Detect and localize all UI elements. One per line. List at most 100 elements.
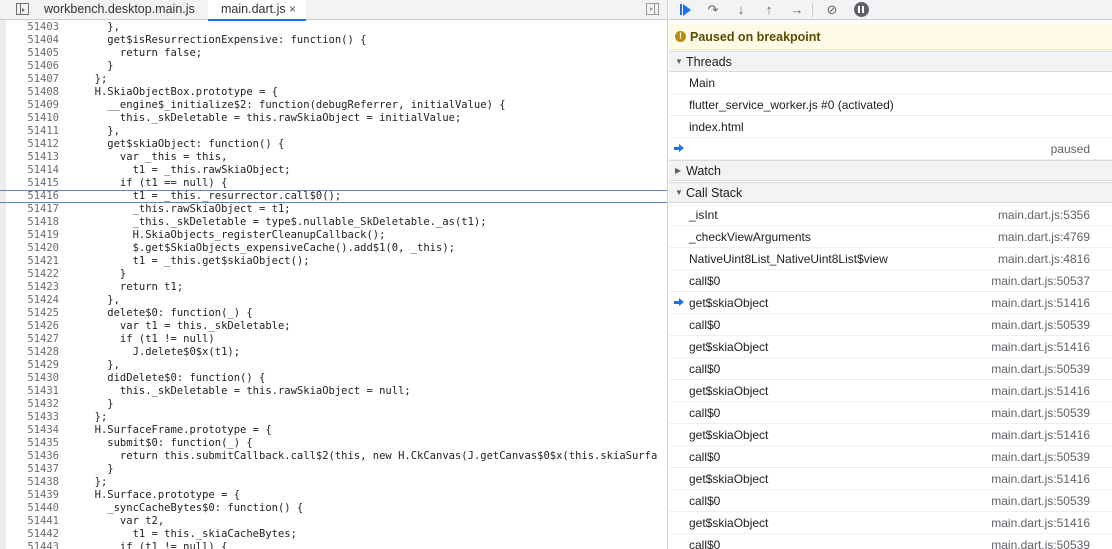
line-number[interactable]: 51441 (8, 515, 59, 528)
frame-location[interactable]: main.dart.js:50539 (991, 318, 1090, 332)
call-frame[interactable]: get$skiaObject main.dart.js:51416 (669, 292, 1112, 314)
call-frame[interactable]: call$0 main.dart.js:50539 (669, 402, 1112, 424)
code-line[interactable]: 51424 }, (0, 294, 667, 307)
line-number[interactable]: 51435 (8, 437, 59, 450)
line-number[interactable]: 51419 (8, 229, 59, 242)
line-number[interactable]: 51434 (8, 424, 59, 437)
line-number[interactable]: 51433 (8, 411, 59, 424)
code-line[interactable]: 51408 H.SkiaObjectBox.prototype = { (0, 86, 667, 99)
line-number[interactable]: 51432 (8, 398, 59, 411)
line-number[interactable]: 51425 (8, 307, 59, 320)
code-line[interactable]: 51442 t1 = this._skiaCacheBytes; (0, 528, 667, 541)
line-number[interactable]: 51415 (8, 177, 59, 190)
code-line[interactable]: 51439 H.Surface.prototype = { (0, 489, 667, 502)
line-number[interactable]: 51420 (8, 242, 59, 255)
call-frame[interactable]: call$0 main.dart.js:50539 (669, 446, 1112, 468)
line-number[interactable]: 51437 (8, 463, 59, 476)
code-line[interactable]: 51441 var t2, (0, 515, 667, 528)
frame-location[interactable]: main.dart.js:50539 (991, 362, 1090, 376)
call-frame[interactable]: get$skiaObject main.dart.js:51416 (669, 468, 1112, 490)
line-number[interactable]: 51426 (8, 320, 59, 333)
code-editor[interactable]: 51403 }, 51404 get$isResurrectionExpensiv… (0, 20, 667, 549)
step-icon[interactable]: → (787, 0, 807, 20)
call-frame[interactable]: get$skiaObject main.dart.js:51416 (669, 380, 1112, 402)
frame-location[interactable]: main.dart.js:50539 (991, 450, 1090, 464)
thread-item[interactable]: index.html (669, 116, 1112, 138)
line-number[interactable]: 51442 (8, 528, 59, 541)
code-line[interactable]: 51422 } (0, 268, 667, 281)
frame-location[interactable]: main.dart.js:50539 (991, 538, 1090, 549)
line-number[interactable]: 51413 (8, 151, 59, 164)
toggle-navigator-icon[interactable] (16, 3, 29, 15)
watch-header[interactable]: ▶ Watch (669, 160, 1112, 181)
frame-location[interactable]: main.dart.js:4769 (998, 230, 1090, 244)
code-line[interactable]: 51432 } (0, 398, 667, 411)
code-line[interactable]: 51414 t1 = _this.rawSkiaObject; (0, 164, 667, 177)
resume-icon[interactable] (675, 0, 695, 20)
call-frame[interactable]: _checkViewArguments main.dart.js:4769 (669, 226, 1112, 248)
call-frame[interactable]: _isInt main.dart.js:5356 (669, 204, 1112, 226)
code-line[interactable]: 51415 if (t1 == null) { (0, 177, 667, 190)
code-line[interactable]: 51436 return this.submitCallback.call$2(… (0, 450, 667, 463)
step-over-icon[interactable]: ↷ (703, 0, 723, 20)
code-line[interactable]: 51419 H.SkiaObjects_registerCleanupCallb… (0, 229, 667, 242)
line-number[interactable]: 51427 (8, 333, 59, 346)
line-number[interactable]: 51412 (8, 138, 59, 151)
line-number[interactable]: 51404 (8, 34, 59, 47)
frame-location[interactable]: main.dart.js:4816 (998, 252, 1090, 266)
frame-location[interactable]: main.dart.js:50539 (991, 494, 1090, 508)
frame-location[interactable]: main.dart.js:50537 (991, 274, 1090, 288)
code-line[interactable]: 51418 _this._skDeletable = type$.nullabl… (0, 216, 667, 229)
code-line[interactable]: 51406 } (0, 60, 667, 73)
call-frame[interactable]: call$0 main.dart.js:50537 (669, 270, 1112, 292)
code-line[interactable]: 51403 }, (0, 21, 667, 34)
tab-main-dart-js[interactable]: main.dart.js × (208, 0, 306, 21)
call-frame[interactable]: NativeUint8List_NativeUint8List$view main… (669, 248, 1112, 270)
code-line[interactable]: 51426 var t1 = this._skDeletable; (0, 320, 667, 333)
code-line[interactable]: 51421 t1 = _this.get$skiaObject(); (0, 255, 667, 268)
code-line[interactable]: 51425 delete$0: function(_) { (0, 307, 667, 320)
call-frame[interactable]: call$0 main.dart.js:50539 (669, 534, 1112, 549)
code-line[interactable]: 51440 _syncCacheBytes$0: function() { (0, 502, 667, 515)
call-frame[interactable]: call$0 main.dart.js:50539 (669, 358, 1112, 380)
code-line[interactable]: 51433 }; (0, 411, 667, 424)
frame-location[interactable]: main.dart.js:51416 (991, 428, 1090, 442)
code-line[interactable]: 51420 $.get$SkiaObjects_expensiveCache()… (0, 242, 667, 255)
code-line[interactable]: 51430 didDelete$0: function() { (0, 372, 667, 385)
code-line[interactable]: 51427 if (t1 != null) (0, 333, 667, 346)
line-number[interactable]: 51424 (8, 294, 59, 307)
line-number[interactable]: 51430 (8, 372, 59, 385)
line-number[interactable]: 51408 (8, 86, 59, 99)
frame-location[interactable]: main.dart.js:50539 (991, 406, 1090, 420)
line-number[interactable]: 51422 (8, 268, 59, 281)
line-number[interactable]: 51429 (8, 359, 59, 372)
line-number[interactable]: 51421 (8, 255, 59, 268)
line-number[interactable]: 51411 (8, 125, 59, 138)
step-out-icon[interactable]: ↑ (759, 0, 779, 20)
line-number[interactable]: 51431 (8, 385, 59, 398)
line-number[interactable]: 51414 (8, 164, 59, 177)
line-number[interactable]: 51440 (8, 502, 59, 515)
call-stack-header[interactable]: ▼ Call Stack (669, 182, 1112, 203)
threads-header[interactable]: ▼ Threads (669, 51, 1112, 72)
call-frame[interactable]: get$skiaObject main.dart.js:51416 (669, 512, 1112, 534)
tab-workbench-desktop-main-js[interactable]: workbench.desktop.main.js (44, 0, 195, 20)
code-line[interactable]: 51443 if (t1 != null) { (0, 541, 667, 549)
code-line[interactable]: 51409 __engine$_initialize$2: function(d… (0, 99, 667, 112)
code-line[interactable]: 51417 _this.rawSkiaObject = t1; (0, 203, 667, 216)
thread-item[interactable]: flutter_service_worker.js #0 (activated) (669, 94, 1112, 116)
line-number[interactable]: 51418 (8, 216, 59, 229)
line-number[interactable]: 51439 (8, 489, 59, 502)
line-number[interactable]: 51407 (8, 73, 59, 86)
frame-location[interactable]: main.dart.js:51416 (991, 384, 1090, 398)
code-line[interactable]: 51435 submit$0: function(_) { (0, 437, 667, 450)
call-frame[interactable]: get$skiaObject main.dart.js:51416 (669, 424, 1112, 446)
line-number[interactable]: 51406 (8, 60, 59, 73)
line-number[interactable]: 51423 (8, 281, 59, 294)
code-line[interactable]: 51431 this._skDeletable = this.rawSkiaOb… (0, 385, 667, 398)
line-number[interactable]: 51438 (8, 476, 59, 489)
call-frame[interactable]: call$0 main.dart.js:50539 (669, 314, 1112, 336)
pause-on-exceptions-icon[interactable] (851, 0, 871, 20)
call-frame[interactable]: get$skiaObject main.dart.js:51416 (669, 336, 1112, 358)
code-line[interactable]: 51434 H.SurfaceFrame.prototype = { (0, 424, 667, 437)
